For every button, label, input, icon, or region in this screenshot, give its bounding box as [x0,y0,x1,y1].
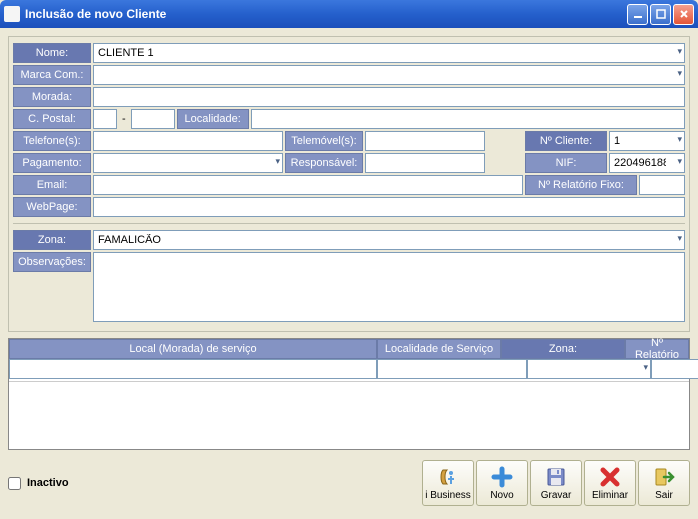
ibusiness-button[interactable]: i Business [422,460,474,506]
inactivo-text: Inactivo [27,477,69,489]
sair-label: Sair [655,490,673,501]
eliminar-button[interactable]: Eliminar [584,460,636,506]
cpostal2-input[interactable] [131,109,175,129]
label-nrelatorio: Nº Relatório Fixo: [525,175,637,195]
window-titlebar: Inclusão de novo Cliente [0,0,698,28]
grid-row-local[interactable] [9,359,377,379]
inactivo-checkbox[interactable] [8,477,21,490]
pagamento-select[interactable] [93,153,283,173]
email-input[interactable] [93,175,523,195]
maximize-button[interactable] [650,4,671,25]
nif-input[interactable] [609,153,685,173]
marca-input[interactable] [93,65,685,85]
webpage-input[interactable] [93,197,685,217]
label-localidade: Localidade: [177,109,249,129]
exit-icon [653,466,675,488]
label-morada: Morada: [13,87,91,107]
label-nif: NIF: [525,153,607,173]
minimize-icon [633,9,643,19]
label-nome: Nome: [13,43,91,63]
localidade-input[interactable] [251,109,685,129]
label-webpage: WebPage: [13,197,91,217]
ibusiness-icon [437,466,459,488]
ncliente-input[interactable] [609,131,685,151]
plus-icon [491,466,513,488]
gravar-label: Gravar [541,490,572,501]
nrelatorio-input[interactable] [639,175,685,195]
novo-button[interactable]: Novo [476,460,528,506]
delete-icon [599,466,621,488]
gravar-button[interactable]: Gravar [530,460,582,506]
save-icon [545,466,567,488]
app-icon [4,6,20,22]
close-button[interactable] [673,4,694,25]
grid-header-local: Local (Morada) de serviço [9,339,377,359]
telemoveis-input[interactable] [365,131,485,151]
nome-input[interactable] [93,43,685,63]
grid-row-localidade[interactable] [377,359,527,379]
grid-row-nrel[interactable] [651,359,698,379]
telefones-input[interactable] [93,131,283,151]
label-telefones: Telefone(s): [13,131,91,151]
label-responsavel: Responsável: [285,153,363,173]
novo-label: Novo [490,490,513,501]
label-ncliente: Nº Cliente: [525,131,607,151]
window-title: Inclusão de novo Cliente [25,7,627,21]
service-grid: Local (Morada) de serviço Localidade de … [8,338,690,450]
responsavel-input[interactable] [365,153,485,173]
grid-row-zona[interactable] [527,359,651,379]
cpostal1-input[interactable] [93,109,117,129]
minimize-button[interactable] [627,4,648,25]
label-email: Email: [13,175,91,195]
label-marca: Marca Com.: [13,65,91,85]
ibusiness-label: i Business [425,490,471,501]
maximize-icon [656,9,666,19]
label-observacoes: Observações: [13,252,91,272]
cpostal-sep: - [119,113,129,125]
inactivo-checkbox-label[interactable]: Inactivo [8,477,69,490]
grid-body [9,381,689,449]
grid-header-zona: Zona: [501,339,625,359]
sair-button[interactable]: Sair [638,460,690,506]
label-pagamento: Pagamento: [13,153,91,173]
eliminar-label: Eliminar [592,490,628,501]
morada-input[interactable] [93,87,685,107]
observacoes-textarea[interactable] [93,252,685,322]
label-zona: Zona: [13,230,91,250]
close-icon [679,9,689,19]
label-cpostal: C. Postal: [13,109,91,129]
zona-select[interactable] [93,230,685,250]
grid-header-localidade: Localidade de Serviço [377,339,501,359]
label-telemoveis: Telemóvel(s): [285,131,363,151]
grid-header-nrel: Nº Relatório [625,339,689,359]
